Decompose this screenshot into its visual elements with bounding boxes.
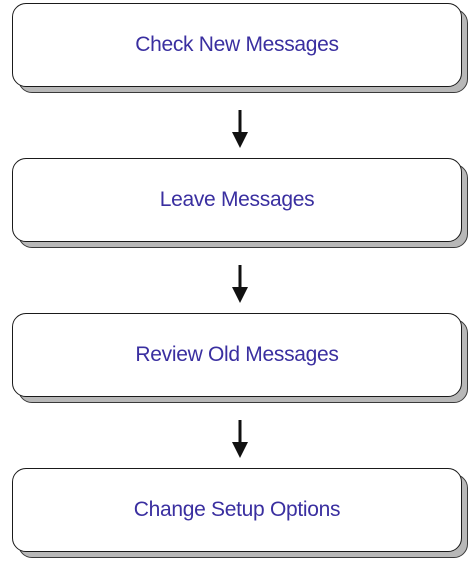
down-arrow-icon <box>232 265 248 303</box>
step-box: Check New Messages <box>12 3 462 87</box>
step-leave-messages: Leave Messages <box>12 158 470 250</box>
flow-diagram: Check New Messages Leave Messages Review… <box>0 0 476 565</box>
step-change-setup-options: Change Setup Options <box>12 468 470 560</box>
step-box: Leave Messages <box>12 158 462 242</box>
step-label: Change Setup Options <box>133 498 341 521</box>
down-arrow-icon <box>232 420 248 458</box>
step-label: Leave Messages <box>159 188 315 211</box>
step-box: Review Old Messages <box>12 313 462 397</box>
step-review-old-messages: Review Old Messages <box>12 313 470 405</box>
step-box: Change Setup Options <box>12 468 462 552</box>
step-label: Check New Messages <box>135 33 339 56</box>
step-check-new-messages: Check New Messages <box>12 3 470 95</box>
down-arrow-icon <box>232 110 248 148</box>
step-label: Review Old Messages <box>135 343 339 366</box>
